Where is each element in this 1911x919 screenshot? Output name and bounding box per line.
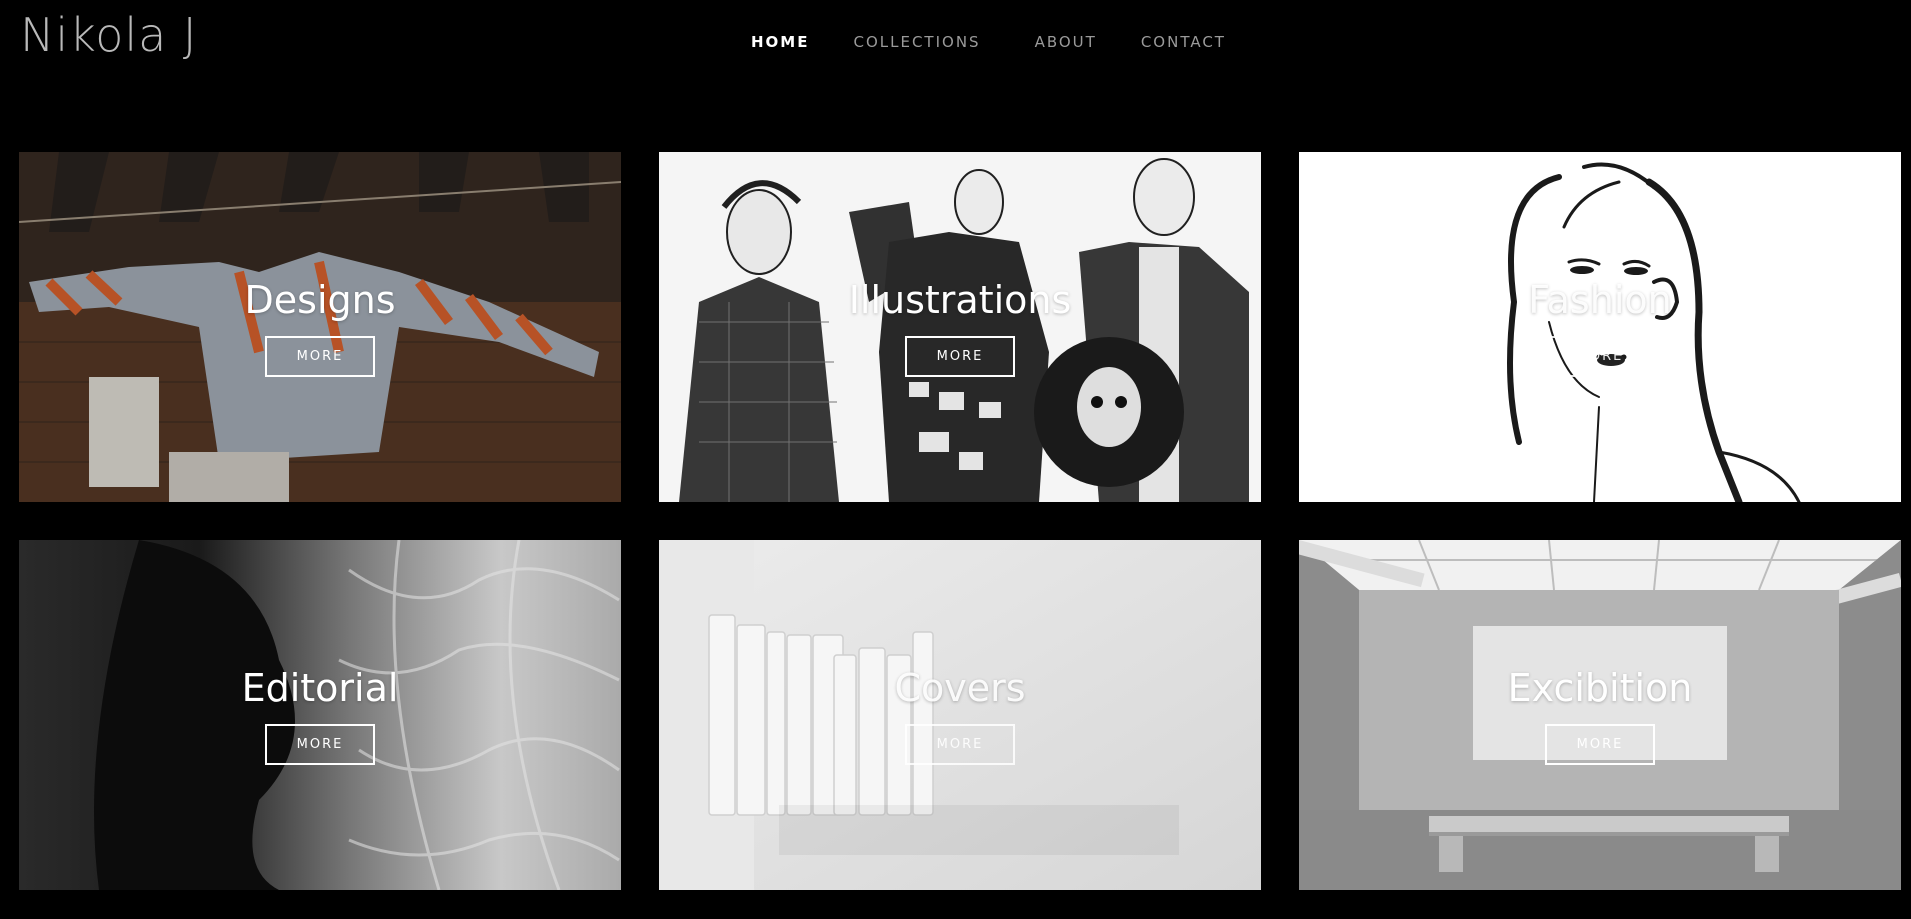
more-button[interactable]: MORE (265, 723, 375, 765)
covers-overlay: Covers MORE (659, 540, 1261, 890)
more-button[interactable]: MORE (1545, 335, 1655, 377)
more-button[interactable]: MORE (905, 335, 1015, 377)
nav-collections[interactable]: COLLECTIONS (853, 33, 980, 51)
excibition-overlay: Excibition MORE (1299, 540, 1901, 890)
tile-title: Editorial (241, 665, 399, 710)
nav-contact[interactable]: CONTACT (1141, 33, 1226, 51)
site-logo[interactable]: Nikola J (20, 8, 198, 62)
tile-illustrations[interactable]: Illustrations MORE (659, 152, 1261, 502)
designs-overlay: Designs MORE (19, 152, 621, 502)
tile-title: Designs (244, 277, 396, 322)
nav-home[interactable]: HOME (751, 33, 809, 51)
tile-editorial[interactable]: Editorial MORE (19, 540, 621, 890)
illustrations-overlay: Illustrations MORE (659, 152, 1261, 502)
tile-covers[interactable]: Covers MORE (659, 540, 1261, 890)
page: Nikola J HOME COLLECTIONS ABOUT CONTACT (0, 0, 1911, 919)
tile-title: Illustrations (848, 277, 1072, 322)
more-button[interactable]: MORE (905, 723, 1015, 765)
tile-title: Covers (894, 665, 1026, 710)
nav-about[interactable]: ABOUT (1035, 33, 1097, 51)
tile-title: Fashion (1528, 277, 1672, 322)
tile-title: Excibition (1507, 665, 1693, 710)
more-button[interactable]: MORE (1545, 723, 1655, 765)
more-button[interactable]: MORE (265, 335, 375, 377)
tile-excibition[interactable]: Excibition MORE (1299, 540, 1901, 890)
tile-fashion[interactable]: Fashion MORE (1299, 152, 1901, 502)
main-nav: HOME COLLECTIONS ABOUT CONTACT (751, 33, 1226, 51)
tile-designs[interactable]: Designs MORE (19, 152, 621, 502)
editorial-overlay: Editorial MORE (19, 540, 621, 890)
fashion-overlay: Fashion MORE (1299, 152, 1901, 502)
